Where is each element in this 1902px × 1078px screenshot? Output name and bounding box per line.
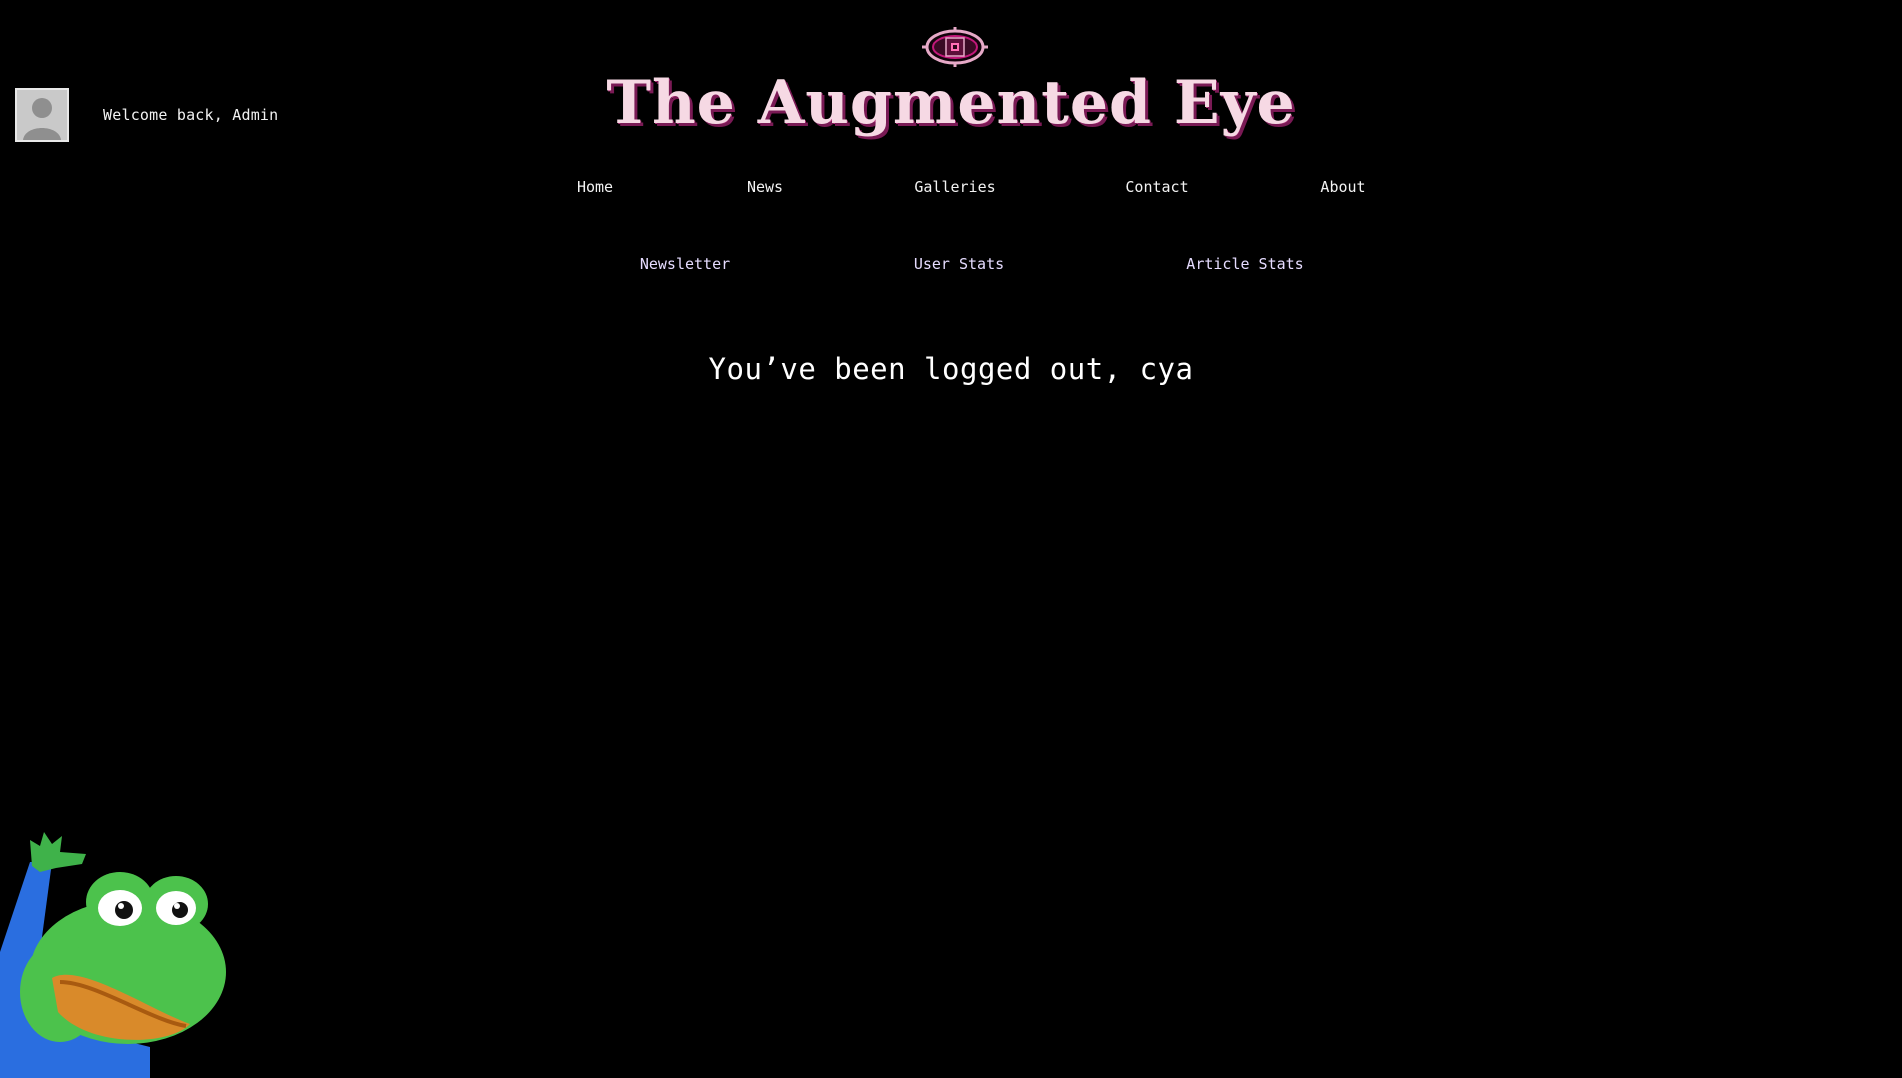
nav-link-article-stats[interactable]: Article Stats bbox=[1186, 255, 1303, 273]
nav-link-about[interactable]: About bbox=[1320, 178, 1365, 196]
eye-icon[interactable] bbox=[922, 26, 988, 68]
waving-frog-mascot bbox=[0, 832, 226, 1078]
site-title[interactable]: The Augmented Eye bbox=[0, 68, 1902, 138]
nav-link-contact[interactable]: Contact bbox=[1125, 178, 1188, 196]
nav-link-galleries[interactable]: Galleries bbox=[914, 178, 995, 196]
nav-link-newsletter[interactable]: Newsletter bbox=[640, 255, 730, 273]
nav-link-user-stats[interactable]: User Stats bbox=[914, 255, 1004, 273]
nav-link-news[interactable]: News bbox=[747, 178, 783, 196]
logout-message: You’ve been logged out, cya bbox=[708, 352, 1194, 386]
page: Welcome back, Admin The Augmented Eye Ho… bbox=[0, 0, 1902, 1078]
nav-link-home[interactable]: Home bbox=[577, 178, 613, 196]
primary-nav: Home News Galleries Contact About bbox=[0, 178, 1902, 200]
secondary-nav: Newsletter User Stats Article Stats bbox=[0, 255, 1902, 277]
